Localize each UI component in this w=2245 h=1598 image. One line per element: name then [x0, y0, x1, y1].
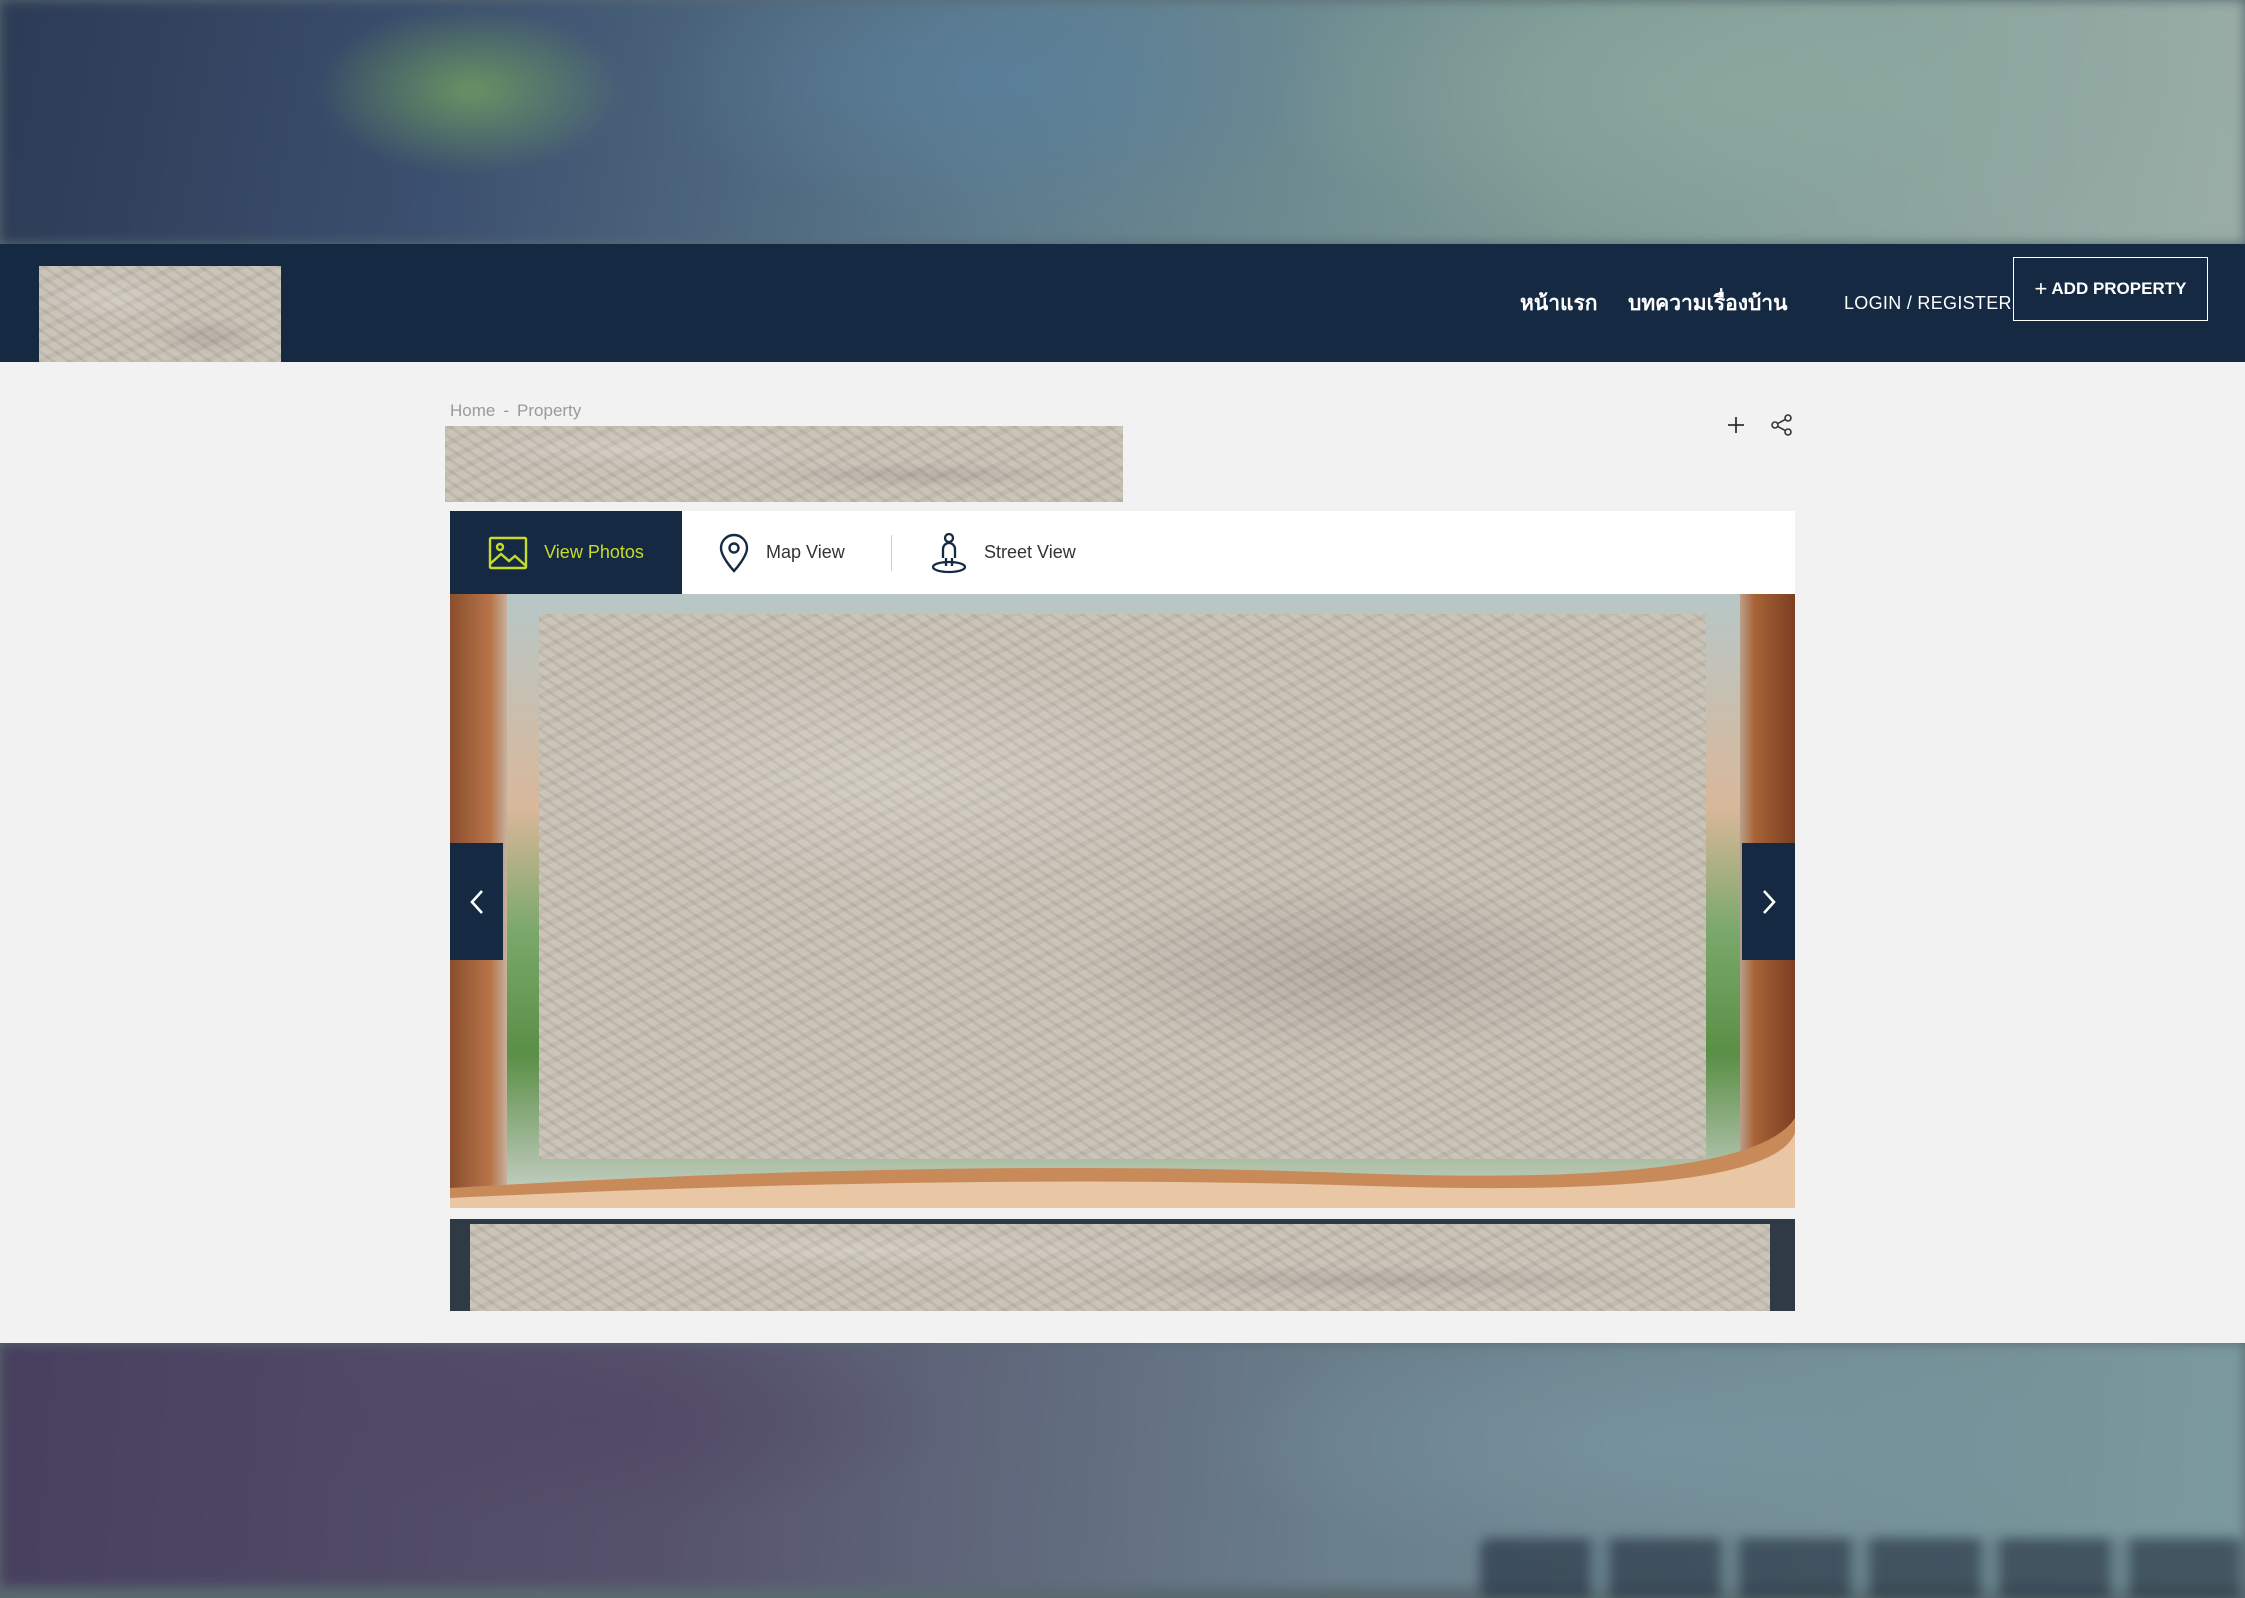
- add-property-button[interactable]: + ADD PROPERTY: [2013, 257, 2208, 321]
- nav-articles[interactable]: บทความเรื่องบ้าน: [1628, 244, 1787, 362]
- image-icon: [488, 536, 528, 569]
- map-pin-icon: [719, 533, 749, 573]
- plus-icon: +: [2034, 276, 2048, 301]
- background-image-bottom: [0, 1343, 2245, 1598]
- background-image-top: [0, 0, 2245, 244]
- thumbnail-strip: [450, 1219, 1795, 1311]
- favorite-button[interactable]: [1727, 412, 1745, 438]
- breadcrumb-home[interactable]: Home: [450, 401, 495, 420]
- share-button[interactable]: [1771, 412, 1793, 443]
- chevron-left-icon: [469, 889, 483, 914]
- breadcrumb-separator: -: [503, 401, 510, 420]
- gallery-prev-button[interactable]: [450, 843, 503, 960]
- plus-icon: [1728, 417, 1744, 433]
- tab-street-view[interactable]: Street View: [930, 511, 1076, 594]
- tab-divider: [891, 535, 892, 571]
- tab-view-photos[interactable]: View Photos: [450, 511, 682, 594]
- share-icon: [1771, 414, 1792, 436]
- photo-gallery: [450, 594, 1795, 1208]
- breadcrumb-property[interactable]: Property: [517, 401, 581, 420]
- site-logo[interactable]: [39, 266, 281, 375]
- property-photo-redacted[interactable]: [539, 614, 1706, 1159]
- login-register-link[interactable]: LOGIN / REGISTER: [1844, 244, 2012, 362]
- breadcrumb: Home - Property: [450, 401, 589, 421]
- property-title-redacted: [445, 426, 1123, 502]
- tab-view-photos-label: View Photos: [544, 542, 644, 562]
- chevron-right-icon: [1762, 889, 1776, 914]
- gallery-next-button[interactable]: [1742, 843, 1795, 960]
- tab-map-view[interactable]: Map View: [718, 511, 845, 594]
- add-property-label: ADD PROPERTY: [2051, 279, 2187, 298]
- tab-map-view-label: Map View: [766, 542, 845, 562]
- street-view-icon: [931, 532, 967, 573]
- thumbnails-redacted[interactable]: [470, 1224, 1770, 1311]
- nav-home[interactable]: หน้าแรก: [1520, 244, 1598, 362]
- tab-street-view-label: Street View: [984, 542, 1076, 562]
- view-tabs: View Photos Map View Street View: [450, 511, 1795, 594]
